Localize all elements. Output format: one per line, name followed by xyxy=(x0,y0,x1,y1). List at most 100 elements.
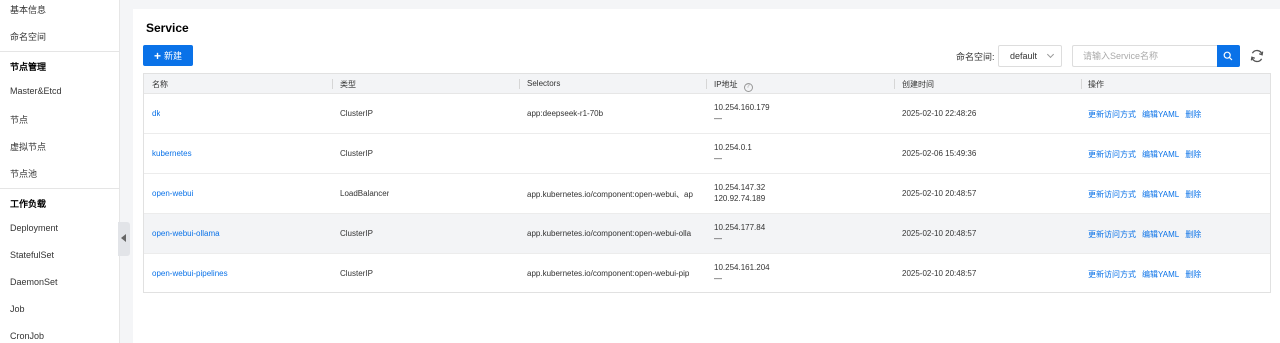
external-ip: 120.92.74.189 xyxy=(714,194,766,203)
sidebar-item-daemonset[interactable]: DaemonSet xyxy=(10,277,58,287)
column-divider xyxy=(332,79,333,89)
service-ip: 10.254.0.1 — xyxy=(714,142,752,164)
update-access-link[interactable]: 更新访问方式 xyxy=(1088,190,1136,199)
sidebar-item-virtual-nodes[interactable]: 虚拟节点 xyxy=(10,140,46,153)
external-ip: — xyxy=(714,114,722,123)
column-header-ip: IP地址? xyxy=(714,79,753,92)
sidebar-item-nodes[interactable]: 节点 xyxy=(10,113,28,126)
service-table: 名称 类型 Selectors IP地址? 创建时间 操作 dk Cluster… xyxy=(143,73,1271,293)
service-name-link[interactable]: kubernetes xyxy=(152,149,192,158)
column-divider xyxy=(1081,79,1082,89)
edit-yaml-link[interactable]: 编辑YAML xyxy=(1142,190,1179,199)
search-button[interactable] xyxy=(1217,45,1240,67)
namespace-label: 命名空间: xyxy=(956,52,995,62)
service-name-link[interactable]: open-webui xyxy=(152,189,193,198)
cluster-ip: 10.254.0.1 xyxy=(714,143,752,152)
cluster-ip: 10.254.161.204 xyxy=(714,263,770,272)
service-selectors: app.kubernetes.io/component:open-webui、a… xyxy=(527,190,693,199)
plus-icon: + xyxy=(153,48,161,63)
service-selectors: app:deepseek-r1-70b xyxy=(527,109,604,118)
refresh-button[interactable] xyxy=(1249,48,1265,64)
column-header-created: 创建时间 xyxy=(902,80,934,89)
row-actions: 更新访问方式 编辑YAML 删除 xyxy=(1088,109,1207,120)
edit-yaml-link[interactable]: 编辑YAML xyxy=(1142,150,1179,159)
column-divider xyxy=(894,79,895,89)
sidebar-collapse-handle[interactable] xyxy=(118,222,130,256)
service-name-link[interactable]: dk xyxy=(152,109,160,118)
update-access-link[interactable]: 更新访问方式 xyxy=(1088,270,1136,279)
main-panel: Service + 新建 命名空间: default 名称 类型 Selecto… xyxy=(133,9,1280,343)
delete-link[interactable]: 删除 xyxy=(1185,190,1201,199)
create-button-label: 新建 xyxy=(164,51,183,61)
sidebar-item-node-pools[interactable]: 节点池 xyxy=(10,167,37,180)
service-name-link[interactable]: open-webui-pipelines xyxy=(152,269,228,278)
service-created-time: 2025-02-10 20:48:57 xyxy=(902,229,977,238)
column-header-ip-label: IP地址 xyxy=(714,80,738,89)
search-icon xyxy=(1223,51,1233,61)
service-ip: 10.254.161.204 — xyxy=(714,262,770,284)
help-icon[interactable]: ? xyxy=(743,83,753,92)
sidebar-group-workloads: 工作负载 xyxy=(10,199,47,209)
service-name-link[interactable]: open-webui-ollama xyxy=(152,229,220,238)
service-type: ClusterIP xyxy=(340,229,373,238)
cluster-ip: 10.254.160.179 xyxy=(714,103,770,112)
sidebar-item-job[interactable]: Job xyxy=(10,304,25,314)
service-type: ClusterIP xyxy=(340,109,373,118)
page-title: Service xyxy=(146,21,189,35)
refresh-icon xyxy=(1250,49,1264,63)
delete-link[interactable]: 删除 xyxy=(1185,150,1201,159)
update-access-link[interactable]: 更新访问方式 xyxy=(1088,230,1136,239)
sidebar-group-node-management: 节点管理 xyxy=(10,62,47,72)
row-actions: 更新访问方式 编辑YAML 删除 xyxy=(1088,149,1207,160)
service-created-time: 2025-02-06 15:49:36 xyxy=(902,149,977,158)
search-input[interactable] xyxy=(1072,45,1218,67)
sidebar-item-namespace[interactable]: 命名空间 xyxy=(10,30,46,43)
cluster-ip: 10.254.177.84 xyxy=(714,223,766,232)
sidebar-item-basic-info[interactable]: 基本信息 xyxy=(10,3,46,16)
delete-link[interactable]: 删除 xyxy=(1185,270,1201,279)
row-actions: 更新访问方式 编辑YAML 删除 xyxy=(1088,189,1207,200)
update-access-link[interactable]: 更新访问方式 xyxy=(1088,110,1136,119)
sidebar-divider xyxy=(0,188,120,189)
edit-yaml-link[interactable]: 编辑YAML xyxy=(1142,270,1179,279)
update-access-link[interactable]: 更新访问方式 xyxy=(1088,150,1136,159)
sidebar-item-master-etcd[interactable]: Master&Etcd xyxy=(10,86,62,96)
table-header: 名称 类型 Selectors IP地址? 创建时间 操作 xyxy=(144,74,1270,94)
external-ip: — xyxy=(714,274,722,283)
service-selectors: app.kubernetes.io/component:open-webui-p… xyxy=(527,269,690,278)
sidebar-divider xyxy=(0,51,120,52)
table-row: kubernetes ClusterIP 10.254.0.1 — 2025-02… xyxy=(144,134,1270,174)
table-row: open-webui-pipelines ClusterIP app.kuber… xyxy=(144,254,1270,294)
table-row: open-webui LoadBalancer app.kubernetes.i… xyxy=(144,174,1270,214)
service-ip: 10.254.147.32 120.92.74.189 xyxy=(714,182,765,204)
namespace-select-value: default xyxy=(1010,51,1038,61)
external-ip: — xyxy=(714,154,722,163)
chevron-left-icon xyxy=(121,234,126,242)
sidebar: 基本信息 命名空间 节点管理 Master&Etcd 节点 虚拟节点 节点池 工… xyxy=(0,0,120,343)
column-header-actions: 操作 xyxy=(1088,80,1104,89)
sidebar-item-statefulset[interactable]: StatefulSet xyxy=(10,250,54,260)
column-header-name: 名称 xyxy=(152,80,168,89)
namespace-select[interactable]: default xyxy=(998,45,1062,67)
column-header-selectors: Selectors xyxy=(527,79,561,88)
cluster-ip: 10.254.147.32 xyxy=(714,183,766,192)
service-ip: 10.254.177.84 — xyxy=(714,222,765,244)
service-selectors: app.kubernetes.io/component:open-webui-o… xyxy=(527,229,692,238)
edit-yaml-link[interactable]: 编辑YAML xyxy=(1142,110,1179,119)
delete-link[interactable]: 删除 xyxy=(1185,110,1201,119)
chevron-down-icon xyxy=(1046,50,1055,59)
row-actions: 更新访问方式 编辑YAML 删除 xyxy=(1088,269,1207,280)
sidebar-item-cronjob[interactable]: CronJob xyxy=(10,331,44,341)
service-created-time: 2025-02-10 20:48:57 xyxy=(902,269,977,278)
table-row: open-webui-ollama ClusterIP app.kubernet… xyxy=(144,214,1270,254)
column-divider xyxy=(706,79,707,89)
service-ip: 10.254.160.179 — xyxy=(714,102,770,124)
external-ip: — xyxy=(714,234,722,243)
sidebar-item-deployment[interactable]: Deployment xyxy=(10,223,58,233)
service-type: LoadBalancer xyxy=(340,189,390,198)
edit-yaml-link[interactable]: 编辑YAML xyxy=(1142,230,1179,239)
delete-link[interactable]: 删除 xyxy=(1185,230,1201,239)
row-actions: 更新访问方式 编辑YAML 删除 xyxy=(1088,229,1207,240)
create-button[interactable]: + 新建 xyxy=(143,45,193,66)
service-created-time: 2025-02-10 20:48:57 xyxy=(902,189,977,198)
